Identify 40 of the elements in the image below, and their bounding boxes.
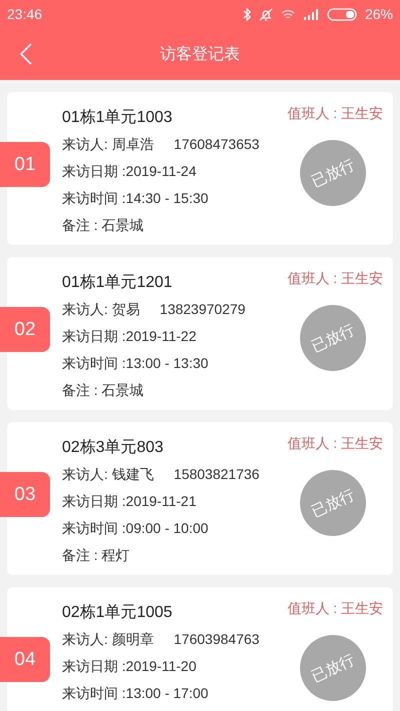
index-badge: 02 <box>0 307 50 352</box>
visitor-name: 来访人: 钱建飞 <box>62 465 154 484</box>
visitor-name: 来访人: 颜明章 <box>62 630 154 649</box>
battery-icon <box>326 8 357 20</box>
index-badge: 01 <box>0 142 50 187</box>
page-title: 访客登记表 <box>160 44 240 64</box>
muted-bell-icon <box>258 8 273 20</box>
battery-percent: 26% <box>364 6 393 22</box>
unit-address: 01栋1单元1201 <box>62 273 172 293</box>
signal-icon <box>302 8 319 20</box>
index-badge: 03 <box>0 472 50 517</box>
visitor-phone: 15803821736 <box>174 465 260 484</box>
unit-address: 02栋3单元803 <box>62 438 164 458</box>
duty-person: 值班人 : 王生安 <box>287 600 383 618</box>
visitor-name: 来访人: 贺易 <box>62 300 140 319</box>
duty-person: 值班人 : 王生安 <box>287 270 383 288</box>
duty-person: 值班人 : 王生安 <box>287 105 383 123</box>
bluetooth-icon <box>242 8 251 20</box>
visit-date: 来访日期 :2019-11-24 <box>62 162 196 181</box>
unit-address: 01栋1单元1003 <box>62 108 172 128</box>
visitor-phone: 17608473653 <box>174 135 260 154</box>
duty-person: 值班人 : 王生安 <box>287 435 383 453</box>
visitor-name: 来访人: 周卓浩 <box>62 135 154 154</box>
visit-date: 来访日期 :2019-11-20 <box>62 657 196 676</box>
visitor-phone: 17603984763 <box>174 630 260 649</box>
visitor-phone: 13823970279 <box>160 300 246 319</box>
index-badge: 04 <box>0 637 50 682</box>
visit-note: 备注 : 石景城 <box>62 381 144 400</box>
visit-note: 备注 : 石景城 <box>62 216 144 235</box>
back-icon[interactable] <box>20 43 32 65</box>
visit-note: 备注 : 程灯 <box>62 546 130 565</box>
unit-address: 02栋1单元1005 <box>62 603 172 623</box>
status-time: 23:46 <box>7 6 42 22</box>
wifi-icon <box>280 8 295 20</box>
visit-time: 来访时间 :13:00 - 17:00 <box>62 684 208 703</box>
visit-time: 来访时间 :13:00 - 13:30 <box>62 354 208 373</box>
visit-date: 来访日期 :2019-11-22 <box>62 327 196 346</box>
visit-time: 来访时间 :14:30 - 15:30 <box>62 189 208 208</box>
visit-date: 来访日期 :2019-11-21 <box>62 492 196 511</box>
visit-time: 来访时间 :09:00 - 10:00 <box>62 519 208 538</box>
